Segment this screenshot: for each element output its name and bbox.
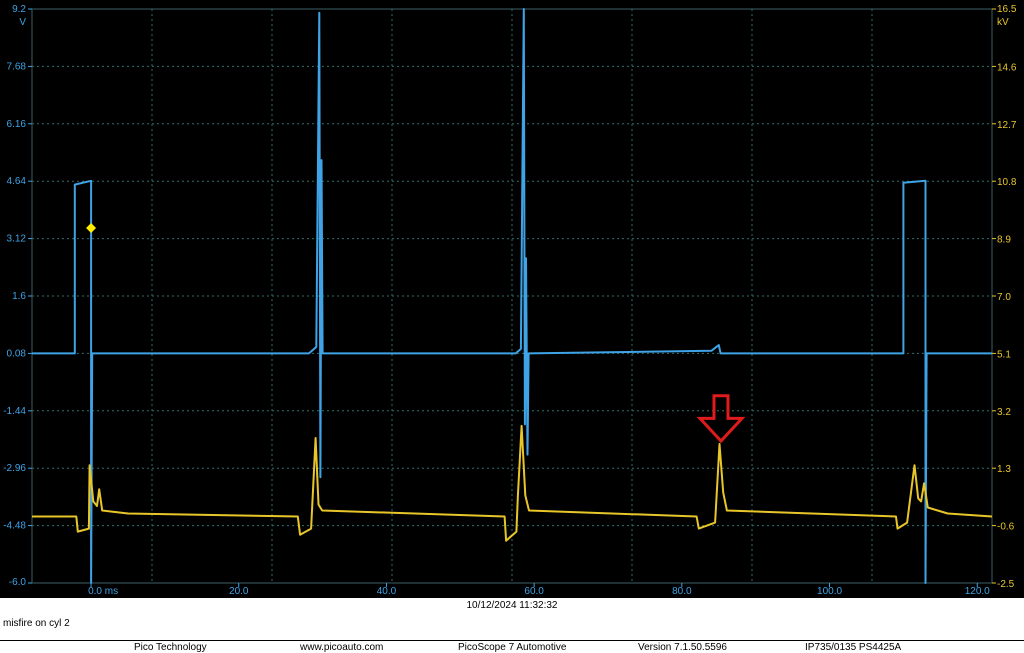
x-axis-tick-label: 80.0 <box>672 586 692 597</box>
right-axis-tick-label: 5.1 <box>997 349 1011 360</box>
footer-device: IP735/0135 PS4425A <box>805 642 902 653</box>
right-axis-tick-label: 10.8 <box>997 177 1017 188</box>
left-axis-tick-label: 9.2 <box>12 4 26 15</box>
left-axis-tick-label: 7.68 <box>7 61 27 72</box>
right-axis-tick-label: 7.0 <box>997 292 1011 303</box>
x-axis-tick-label: 20.0 <box>229 586 249 597</box>
waveform-plot[interactable]: 9.2 7.68 6.16 4.64 3.12 1.6 0.08 -1.44 -2.96 -4.4… <box>0 0 1024 598</box>
left-axis-tick-label: -4.48 <box>3 521 26 532</box>
footer-company: Pico Technology <box>134 642 207 653</box>
right-axis-unit: kV <box>997 17 1009 28</box>
series-line-kilovolt <box>32 424 993 542</box>
left-axis-unit: V <box>19 17 26 28</box>
trigger-marker <box>86 223 97 234</box>
left-axis-tick-label: 4.64 <box>7 176 27 187</box>
right-axis-tick-label: 14.6 <box>997 62 1017 73</box>
left-axis-tick-label: 1.6 <box>12 291 26 302</box>
x-axis-tick-label: 40.0 <box>377 586 397 597</box>
left-axis-tick-label: 0.08 <box>7 348 27 359</box>
annotation-arrow <box>696 394 746 444</box>
x-axis-tick-label: 0.0 ms <box>88 586 118 597</box>
right-axis-tick-label: 16.5 <box>997 4 1017 15</box>
right-axis-tick-label: 8.9 <box>997 235 1011 246</box>
left-axis-tick-label: 6.16 <box>7 119 27 130</box>
left-axis-tick-label: -1.44 <box>3 406 26 417</box>
x-axis-tick-label: 60.0 <box>524 586 544 597</box>
footer-version: Version 7.1.50.5596 <box>638 642 727 653</box>
waveform-caption: misfire on cyl 2 <box>3 618 70 629</box>
x-axis-tick-label: 100.0 <box>817 586 842 597</box>
x-axis-tick-label: 120.0 <box>965 586 990 597</box>
left-axis-tick-label: -2.96 <box>3 463 26 474</box>
footer-bar: Pico Technology www.picoauto.com PicoSco… <box>0 640 1024 653</box>
right-axis-tick-label: -2.5 <box>997 579 1015 590</box>
left-axis-tick-label: 3.12 <box>7 234 27 245</box>
right-axis-tick-label: -0.6 <box>997 522 1015 533</box>
right-axis-tick-label: 1.3 <box>997 464 1011 475</box>
footer-product: PicoScope 7 Automotive <box>458 642 567 653</box>
footer-website: www.picoauto.com <box>300 642 384 653</box>
right-axis-tick-label: 3.2 <box>997 407 1011 418</box>
capture-timestamp: 10/12/2024 11:32:32 <box>466 600 558 611</box>
right-axis-tick-label: 12.7 <box>997 120 1017 131</box>
oscilloscope-chart[interactable]: 9.2 7.68 6.16 4.64 3.12 1.6 0.08 -1.44 -2.96 -4.4… <box>0 0 1024 598</box>
left-axis-tick-label: -6.0 <box>9 577 27 588</box>
